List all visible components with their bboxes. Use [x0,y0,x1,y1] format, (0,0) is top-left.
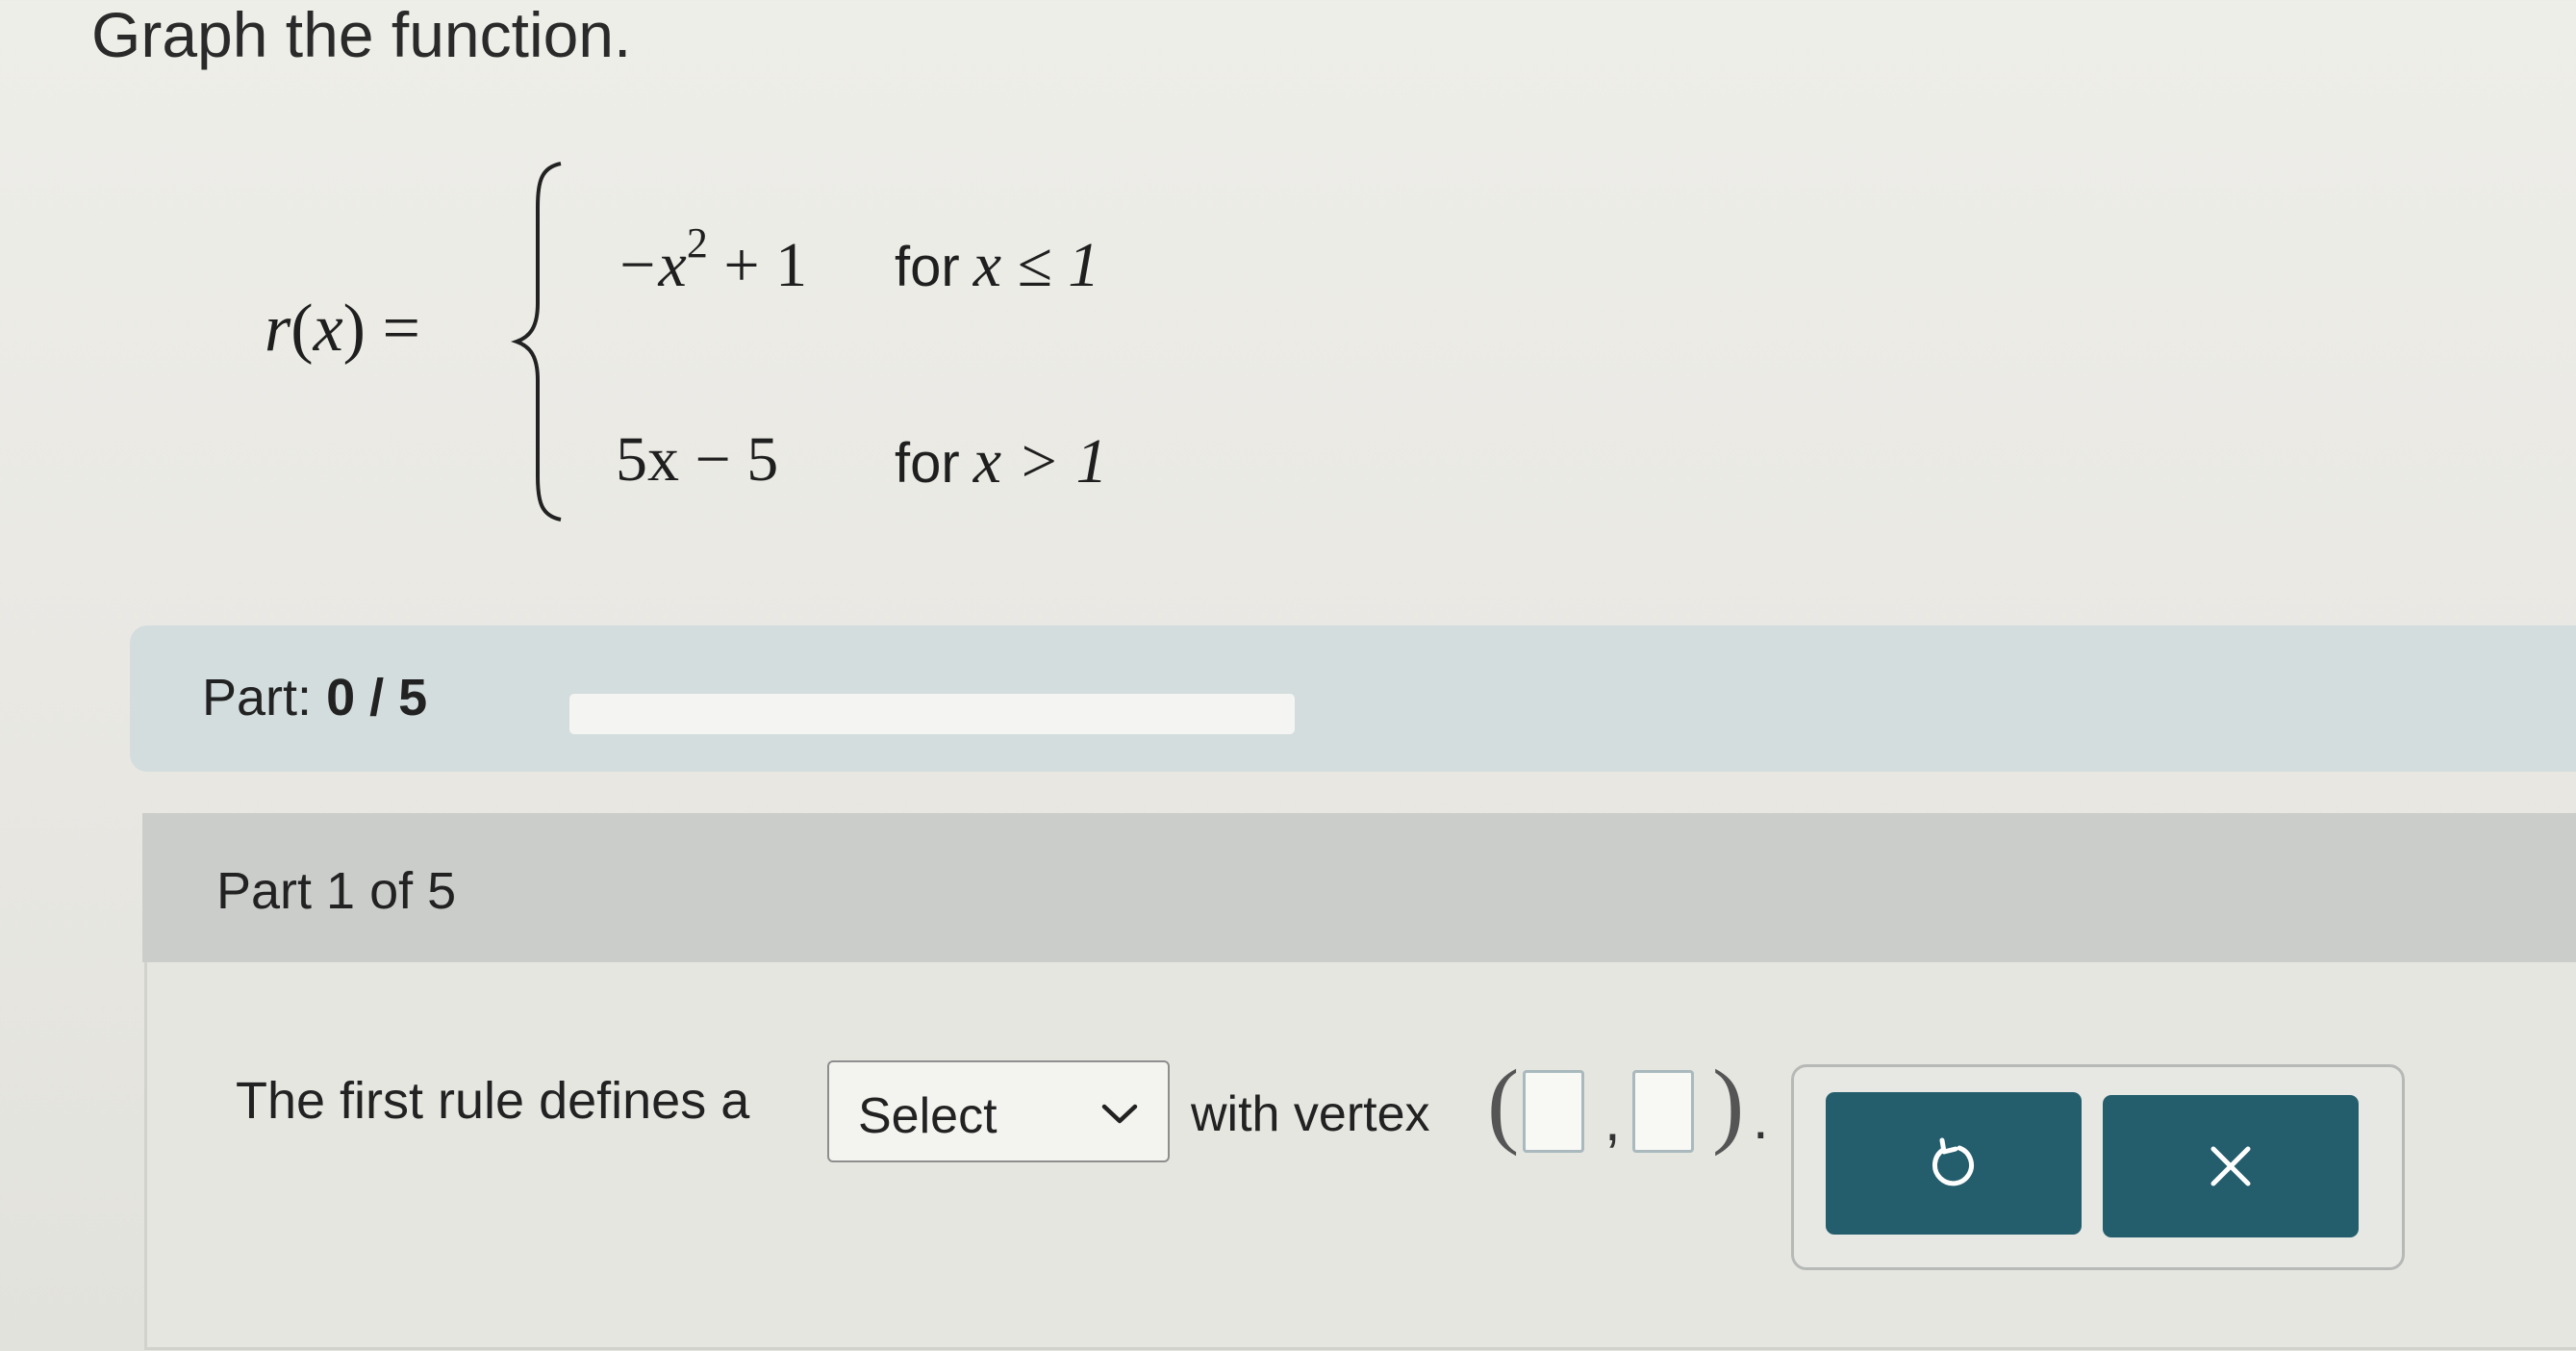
shape-select[interactable]: Select [827,1060,1170,1162]
vertex-y-input[interactable] [1632,1070,1694,1153]
rule2-expression: 5x − 5 [616,424,779,495]
vertex-comma: , [1604,1088,1621,1153]
progress-bar [569,694,1295,734]
sentence-period: . [1753,1086,1769,1151]
rule1-condition: for x ≤ 1 [895,230,1100,300]
undo-button[interactable] [1826,1092,2082,1235]
close-icon [2210,1146,2251,1186]
function-variable: x [313,292,343,366]
part-title: Part 1 of 5 [216,862,457,920]
vertex-x-input[interactable] [1523,1070,1584,1153]
formula-lhs: r(x) = [265,292,420,366]
sentence-middle: with vertex [1191,1086,1430,1142]
progress-value: 0 / 5 [326,669,428,726]
chevron-down-icon [1101,1104,1138,1124]
left-brace [511,162,562,522]
undo-icon [1932,1137,1974,1186]
question-heading: Graph the function. [91,0,632,70]
function-name: r [265,292,291,366]
progress-band [130,625,2576,772]
close-paren: ) [1712,1050,1745,1157]
rule2-condition: for x > 1 [895,426,1108,497]
open-paren: ( [1487,1050,1520,1157]
piecewise-formula: r(x) = −x2 + 1 for x ≤ 1 5x − 5 for x > 1 [265,144,1226,529]
select-value: Select [858,1088,998,1144]
progress-label: Part: 0 / 5 [202,669,428,726]
sentence-prefix: The first rule defines a [236,1072,750,1130]
part-header [142,813,2576,962]
clear-button[interactable] [2103,1095,2359,1237]
rule1-expression: −x2 + 1 [616,219,808,300]
